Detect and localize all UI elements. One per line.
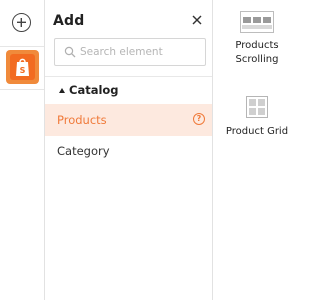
panel-divider bbox=[45, 76, 212, 77]
products-scrolling-icon bbox=[240, 11, 274, 33]
element-products-scrolling[interactable]: Products Scrolling bbox=[222, 11, 292, 67]
product-grid-icon bbox=[246, 96, 268, 118]
panel-title: Add bbox=[53, 13, 85, 29]
list-item-products[interactable]: Products ? bbox=[45, 104, 212, 136]
rail-divider bbox=[0, 46, 44, 47]
element-label: Product Grid bbox=[225, 126, 289, 137]
list-item-category[interactable]: Category bbox=[45, 136, 212, 166]
rail-divider bbox=[0, 89, 44, 90]
search-box[interactable] bbox=[54, 38, 206, 66]
element-label: Scrolling bbox=[235, 54, 279, 65]
svg-text:S: S bbox=[20, 66, 26, 75]
editor-root: S Add Catalog Products ? bbox=[0, 0, 300, 300]
add-panel: Add Catalog Products ? Category bbox=[45, 0, 213, 300]
shopify-app-button[interactable]: S bbox=[6, 50, 39, 84]
close-icon[interactable] bbox=[191, 14, 203, 26]
category-header-catalog[interactable]: Catalog bbox=[45, 80, 212, 102]
element-label: Products bbox=[235, 40, 279, 51]
help-icon[interactable]: ? bbox=[193, 113, 205, 125]
list-item-label: Products bbox=[57, 113, 107, 127]
element-product-grid[interactable]: Product Grid bbox=[222, 96, 292, 139]
category-label: Catalog bbox=[69, 83, 119, 97]
shopify-bag-icon: S bbox=[16, 58, 29, 76]
caret-up-icon bbox=[59, 88, 65, 93]
list-item-label: Category bbox=[57, 144, 110, 158]
plus-icon bbox=[17, 18, 26, 27]
add-element-button[interactable] bbox=[12, 13, 31, 32]
search-icon bbox=[64, 46, 76, 58]
left-rail: S bbox=[0, 0, 45, 300]
search-input[interactable] bbox=[80, 43, 200, 61]
